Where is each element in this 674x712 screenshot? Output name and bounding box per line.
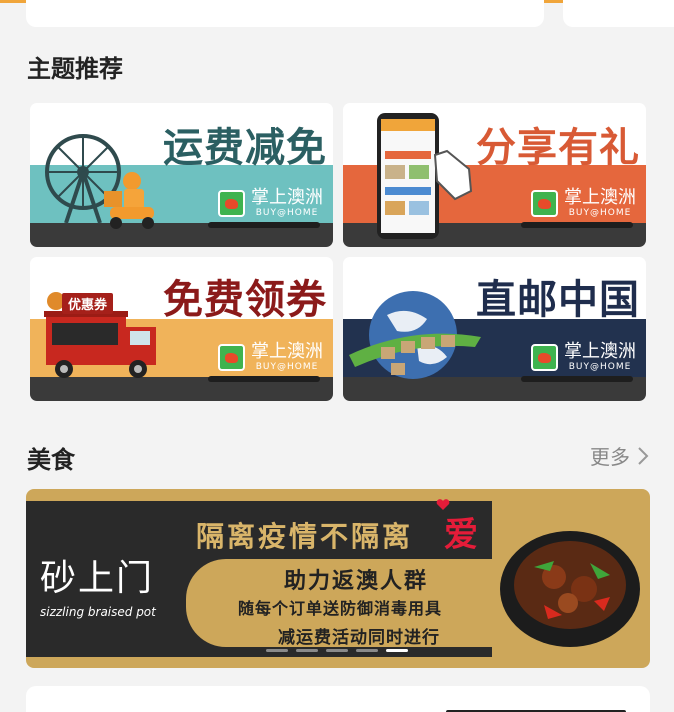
brand-logo-en: BUY@HOME	[255, 208, 319, 218]
chevron-right-icon	[638, 446, 649, 465]
tile-free-shipping[interactable]: 运费减免 掌上澳洲 BUY@HOME	[30, 103, 333, 247]
carousel-indicators	[266, 649, 408, 652]
tile-share-reward[interactable]: 分享有礼 掌上澳洲 BUY@HOME	[343, 103, 646, 247]
carousel-dot[interactable]	[326, 649, 348, 652]
delivery-rider-icon	[104, 172, 154, 229]
logo-platform	[208, 222, 320, 228]
heart-icon	[436, 499, 450, 510]
phone-with-hand-icon	[377, 113, 473, 239]
brand-logo-en: BUY@HOME	[568, 362, 632, 372]
australia-map-icon	[531, 190, 558, 217]
banner-subtitle: 助力返澳人群	[284, 569, 429, 594]
tile-free-coupon[interactable]: 优惠券 免费领券 掌上澳洲 BUY@HOME	[30, 257, 333, 401]
claypot-dish-image	[500, 531, 640, 647]
banner-text-shipping: 减运费活动同时进行	[278, 628, 440, 648]
more-label: 更多	[590, 445, 630, 469]
australia-map-icon	[531, 344, 558, 371]
brand-logo: 掌上澳洲 BUY@HOME	[531, 343, 636, 372]
coupon-label: 优惠券	[62, 293, 114, 314]
previous-card-left	[26, 0, 544, 27]
australia-map-icon	[218, 190, 245, 217]
tile-title: 免费领券	[163, 277, 327, 323]
tile-title: 分享有礼	[476, 125, 640, 171]
brand-logo-cn: 掌上澳洲	[251, 187, 323, 208]
brand-logo-cn: 掌上澳洲	[251, 341, 323, 362]
tile-direct-mail-china[interactable]: 直邮中国 掌上澳洲 BUY@HOME	[343, 257, 646, 401]
carousel-dot[interactable]	[266, 649, 288, 652]
logo-platform	[521, 222, 633, 228]
banner-headline-highlight: 爱	[444, 515, 478, 555]
previous-card-right	[563, 0, 674, 27]
carousel-dot[interactable]	[356, 649, 378, 652]
globe-parcels-icon	[349, 291, 481, 379]
brand-logo-en: BUY@HOME	[568, 208, 632, 218]
brand-logo: 掌上澳洲 BUY@HOME	[218, 343, 323, 372]
restaurant-name: 砂上门	[40, 558, 155, 599]
section-title-food: 美食	[27, 446, 75, 474]
australia-map-icon	[218, 344, 245, 371]
section-title-theme: 主题推荐	[27, 55, 123, 83]
more-link[interactable]: 更多	[590, 441, 650, 470]
brand-logo: 掌上澳洲 BUY@HOME	[531, 189, 636, 218]
restaurant-name-en: sizzling braised pot	[40, 605, 156, 619]
brand-logo-cn: 掌上澳洲	[564, 341, 636, 362]
logo-platform	[521, 376, 633, 382]
banner-headline: 隔离疫情不隔离	[196, 520, 414, 553]
brand-logo-cn: 掌上澳洲	[564, 187, 636, 208]
brand-logo-en: BUY@HOME	[255, 362, 319, 372]
banner-text-gift: 随每个订单送防御消毒用具	[238, 599, 443, 618]
restaurant-logo: 砂上门 sizzling braised pot	[40, 549, 156, 619]
brand-logo: 掌上澳洲 BUY@HOME	[218, 189, 323, 218]
carousel-dot[interactable]	[296, 649, 318, 652]
tile-title: 运费减免	[163, 125, 327, 171]
next-card	[26, 686, 650, 712]
tile-title: 直邮中国	[476, 277, 640, 323]
logo-platform	[208, 376, 320, 382]
food-banner[interactable]: 砂上门 sizzling braised pot 隔离疫情不隔离 爱 助力返澳人…	[26, 489, 650, 668]
carousel-dot-active[interactable]	[386, 649, 408, 652]
